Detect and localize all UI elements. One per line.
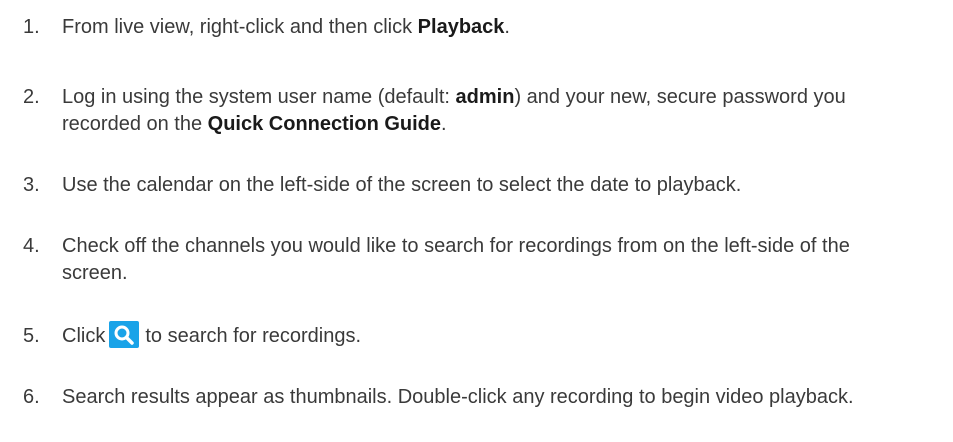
instruction-list: 1. From live view, right-click and then …	[0, 0, 953, 442]
step-number: 2.	[23, 86, 40, 108]
step-number: 5.	[23, 325, 40, 347]
guide-name: Quick Connection Guide	[207, 113, 442, 135]
step-text: Log in using the system user name (defau…	[62, 86, 846, 135]
step-text: From live view, right-click and then cli…	[62, 16, 510, 38]
step-number: 1.	[23, 16, 40, 38]
step-number: 6.	[23, 386, 40, 408]
step-text: Click to search for recordings.	[62, 321, 922, 350]
search-icon	[109, 321, 140, 349]
step-text: Use the calendar on the left-side of the…	[62, 174, 742, 196]
playback-label: Playback	[417, 16, 505, 38]
default-username: admin	[455, 86, 515, 108]
step-text: Check off the channels you would like to…	[62, 235, 850, 284]
step-number: 3.	[23, 174, 40, 196]
step-number: 4.	[23, 235, 40, 257]
step-text: Search results appear as thumbnails. Dou…	[62, 386, 854, 408]
